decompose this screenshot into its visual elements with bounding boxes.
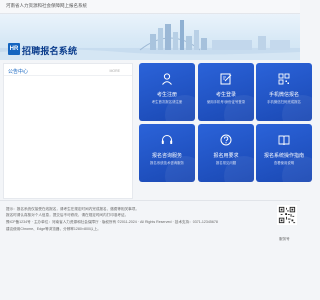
tile-register-desc: 考生首次报名请注册 [151,100,183,104]
header-banner: HR 招聘报名系统 [0,14,300,60]
headset-icon [161,135,173,144]
tile-consulting[interactable]: 报名咨询服务 报名系统技术咨询服务 [139,124,195,182]
footer-copyright: 豫ICP备1234号 · 主办单位：河南省人力资源和社会保障厅 · 版权所有 ©… [6,220,218,224]
tile-guide-desc: 查看使用说明 [273,161,295,165]
tile-register-title: 考生注册 [156,92,177,98]
tile-register[interactable]: 考生注册 考生首次报名请注册 [139,63,195,121]
qrcode-icon [278,73,290,85]
top-bar-text: 河南省人力资源和社会保障网上报名系统 [6,3,87,8]
tile-login-desc: 使用手机号/身份证号登录 [206,100,246,104]
footer-notice-1: 提示：报名系统仅接受在线报名，请考生在规定时间内完成报名、缴费等相关事项。 [6,207,139,211]
footer: 提示：报名系统仅接受在线报名，请考生在规定时间内完成报名、缴费等相关事项。 报名… [0,200,300,300]
login-edit-icon [220,73,232,85]
top-bar: 河南省人力资源和社会保障网上报名系统 [0,0,300,14]
qrcode-label: 服务号 [279,237,290,241]
user-register-icon [162,73,172,85]
tile-mobile-wechat[interactable]: 手机微信报名 手机微信扫码完成报名 [256,63,312,121]
tile-mobile-wechat-title: 手机微信报名 [268,92,299,98]
site-title[interactable]: 招聘报名系统 [22,44,77,57]
tile-requirements[interactable]: 报名用要求 报名常见问题 [198,124,254,182]
tile-consulting-title: 报名咨询服务 [151,153,182,159]
footer-browser-tip: 建议使用Chrome、Edge等浏览器，分辨率1280×800以上。 [6,227,101,231]
notice-title: 公告中心 [8,69,29,75]
tile-requirements-title: 报名用要求 [213,153,239,159]
notice-more-link[interactable]: MORE [110,69,121,73]
notice-header: 公告中心 MORE [4,64,132,76]
tile-requirements-desc: 报名常见问题 [215,161,237,165]
tile-login[interactable]: 考生登录 使用手机号/身份证号登录 [198,63,254,121]
tile-guide[interactable]: 报名系统操作指南 查看使用说明 [256,124,312,182]
book-icon [278,135,290,146]
tile-guide-title: 报名系统操作指南 [263,153,304,159]
tile-mobile-wechat-desc: 手机微信扫码完成报名 [267,100,301,104]
footer-notice-2: 报名时请认真核对个人信息，提交后不可修改，请在规定时间内打印准考证。 [6,213,129,217]
qrcode-image [277,205,297,225]
help-icon [220,134,232,146]
site-logo[interactable]: HR [8,43,20,55]
tile-consulting-desc: 报名系统技术咨询服务 [150,161,184,165]
tile-login-title: 考生登录 [215,92,236,98]
notice-panel: 公告中心 MORE [3,63,133,199]
